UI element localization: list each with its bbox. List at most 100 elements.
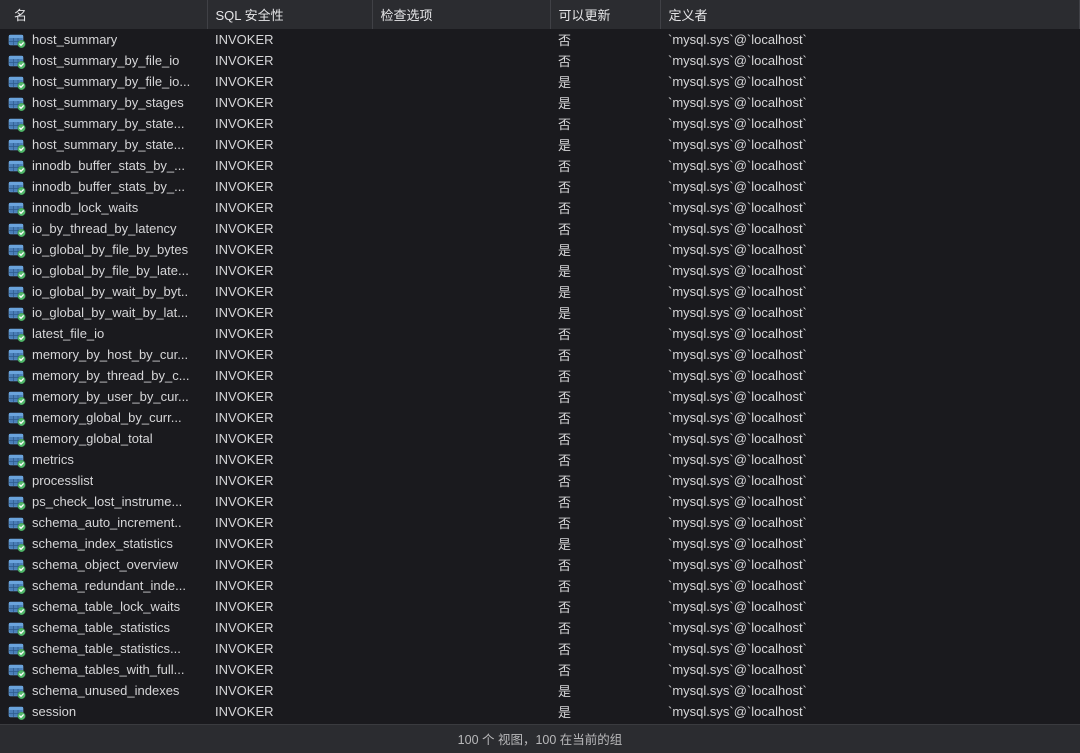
column-header-definer[interactable]: 定义者	[660, 0, 1080, 29]
table-row[interactable]: host_summary_by_state...INVOKER是`mysql.s…	[0, 134, 1080, 155]
cell-name[interactable]: host_summary_by_file_io	[0, 50, 207, 71]
cell-definer: `mysql.sys`@`localhost`	[660, 365, 1080, 386]
cell-sql-security: INVOKER	[207, 344, 372, 365]
view-name-label: schema_unused_indexes	[32, 683, 179, 698]
cell-name[interactable]: io_by_thread_by_latency	[0, 218, 207, 239]
cell-definer: `mysql.sys`@`localhost`	[660, 596, 1080, 617]
cell-name[interactable]: schema_tables_with_full...	[0, 659, 207, 680]
cell-name[interactable]: host_summary	[0, 29, 207, 50]
cell-sql-security: INVOKER	[207, 218, 372, 239]
cell-name[interactable]: io_global_by_file_by_bytes	[0, 239, 207, 260]
table-row[interactable]: memory_by_user_by_cur...INVOKER否`mysql.s…	[0, 386, 1080, 407]
table-row[interactable]: io_global_by_wait_by_byt..INVOKER是`mysql…	[0, 281, 1080, 302]
cell-name[interactable]: ps_check_lost_instrume...	[0, 491, 207, 512]
cell-name[interactable]: io_global_by_file_by_late...	[0, 260, 207, 281]
view-name-label: innodb_lock_waits	[32, 200, 138, 215]
table-row[interactable]: memory_by_host_by_cur...INVOKER否`mysql.s…	[0, 344, 1080, 365]
cell-name[interactable]: session	[0, 701, 207, 722]
table-row[interactable]: innodb_buffer_stats_by_...INVOKER否`mysql…	[0, 176, 1080, 197]
column-header-updatable[interactable]: 可以更新	[550, 0, 660, 29]
column-header-check-option[interactable]: 检查选项	[372, 0, 550, 29]
table-row[interactable]: schema_tables_with_full...INVOKER否`mysql…	[0, 659, 1080, 680]
table-row[interactable]: host_summary_by_state...INVOKER否`mysql.s…	[0, 113, 1080, 134]
column-header-sql-security[interactable]: SQL 安全性	[207, 0, 372, 29]
table-row[interactable]: schema_object_overviewINVOKER否`mysql.sys…	[0, 554, 1080, 575]
table-row[interactable]: schema_table_statistics...INVOKER否`mysql…	[0, 638, 1080, 659]
table-row[interactable]: schema_auto_increment..INVOKER否`mysql.sy…	[0, 512, 1080, 533]
cell-name[interactable]: processlist	[0, 470, 207, 491]
table-row[interactable]: host_summary_by_file_io...INVOKER是`mysql…	[0, 71, 1080, 92]
cell-name[interactable]: innodb_buffer_stats_by_...	[0, 155, 207, 176]
view-name-label: io_global_by_file_by_bytes	[32, 242, 188, 257]
table-row[interactable]: memory_by_thread_by_c...INVOKER否`mysql.s…	[0, 365, 1080, 386]
cell-sql-security: INVOKER	[207, 659, 372, 680]
cell-name[interactable]: host_summary_by_state...	[0, 113, 207, 134]
table-row[interactable]: host_summaryINVOKER否`mysql.sys`@`localho…	[0, 29, 1080, 50]
cell-definer: `mysql.sys`@`localhost`	[660, 239, 1080, 260]
cell-updatable: 是	[550, 134, 660, 155]
cell-name[interactable]: schema_object_overview	[0, 554, 207, 575]
table-row[interactable]: memory_global_totalINVOKER否`mysql.sys`@`…	[0, 428, 1080, 449]
cell-name[interactable]: memory_global_total	[0, 428, 207, 449]
table-row[interactable]: innodb_lock_waitsINVOKER否`mysql.sys`@`lo…	[0, 197, 1080, 218]
table-row[interactable]: host_summary_by_stagesINVOKER是`mysql.sys…	[0, 92, 1080, 113]
table-row[interactable]: io_global_by_wait_by_lat...INVOKER是`mysq…	[0, 302, 1080, 323]
view-name-label: schema_object_overview	[32, 557, 178, 572]
cell-name[interactable]: host_summary_by_file_io...	[0, 71, 207, 92]
table-row[interactable]: io_global_by_file_by_bytesINVOKER是`mysql…	[0, 239, 1080, 260]
column-header-name[interactable]: 名	[0, 0, 207, 29]
table-row[interactable]: latest_file_ioINVOKER否`mysql.sys`@`local…	[0, 323, 1080, 344]
cell-name[interactable]: schema_index_statistics	[0, 533, 207, 554]
view-icon	[8, 326, 26, 342]
cell-definer: `mysql.sys`@`localhost`	[660, 71, 1080, 92]
cell-name[interactable]: memory_by_thread_by_c...	[0, 365, 207, 386]
cell-sql-security: INVOKER	[207, 92, 372, 113]
table-row[interactable]: schema_unused_indexesINVOKER是`mysql.sys`…	[0, 680, 1080, 701]
cell-check-option	[372, 680, 550, 701]
cell-updatable: 否	[550, 176, 660, 197]
table-row[interactable]: innodb_buffer_stats_by_...INVOKER否`mysql…	[0, 155, 1080, 176]
cell-name[interactable]: schema_table_lock_waits	[0, 596, 207, 617]
cell-name[interactable]: memory_by_host_by_cur...	[0, 344, 207, 365]
cell-check-option	[372, 71, 550, 92]
cell-name[interactable]: schema_auto_increment..	[0, 512, 207, 533]
table-row[interactable]: host_summary_by_file_ioINVOKER否`mysql.sy…	[0, 50, 1080, 71]
table-row[interactable]: memory_global_by_curr...INVOKER否`mysql.s…	[0, 407, 1080, 428]
table-row[interactable]: schema_table_lock_waitsINVOKER否`mysql.sy…	[0, 596, 1080, 617]
table-row[interactable]: ps_check_lost_instrume...INVOKER否`mysql.…	[0, 491, 1080, 512]
cell-definer: `mysql.sys`@`localhost`	[660, 260, 1080, 281]
table-row[interactable]: schema_index_statisticsINVOKER是`mysql.sy…	[0, 533, 1080, 554]
view-name-label: session	[32, 704, 76, 719]
table-row[interactable]: io_by_thread_by_latencyINVOKER否`mysql.sy…	[0, 218, 1080, 239]
cell-name[interactable]: innodb_buffer_stats_by_...	[0, 176, 207, 197]
cell-name[interactable]: latest_file_io	[0, 323, 207, 344]
cell-sql-security: INVOKER	[207, 617, 372, 638]
cell-name[interactable]: schema_table_statistics...	[0, 638, 207, 659]
table-row[interactable]: metricsINVOKER否`mysql.sys`@`localhost`	[0, 449, 1080, 470]
cell-name[interactable]: schema_redundant_inde...	[0, 575, 207, 596]
cell-name[interactable]: schema_table_statistics	[0, 617, 207, 638]
table-row[interactable]: io_global_by_file_by_late...INVOKER是`mys…	[0, 260, 1080, 281]
view-icon	[8, 515, 26, 531]
table-row[interactable]: schema_redundant_inde...INVOKER否`mysql.s…	[0, 575, 1080, 596]
cell-name[interactable]: io_global_by_wait_by_byt..	[0, 281, 207, 302]
cell-name[interactable]: metrics	[0, 449, 207, 470]
cell-check-option	[372, 659, 550, 680]
cell-name[interactable]: io_global_by_wait_by_lat...	[0, 302, 207, 323]
table-row[interactable]: sessionINVOKER是`mysql.sys`@`localhost`	[0, 701, 1080, 722]
cell-name[interactable]: schema_unused_indexes	[0, 680, 207, 701]
cell-check-option	[372, 554, 550, 575]
cell-name[interactable]: memory_global_by_curr...	[0, 407, 207, 428]
cell-updatable: 否	[550, 449, 660, 470]
table-row[interactable]: processlistINVOKER否`mysql.sys`@`localhos…	[0, 470, 1080, 491]
view-name-label: schema_table_statistics	[32, 620, 170, 635]
cell-name[interactable]: memory_by_user_by_cur...	[0, 386, 207, 407]
cell-name[interactable]: innodb_lock_waits	[0, 197, 207, 218]
view-name-label: host_summary	[32, 32, 117, 47]
cell-name[interactable]: host_summary_by_stages	[0, 92, 207, 113]
table-row[interactable]: schema_table_statisticsINVOKER否`mysql.sy…	[0, 617, 1080, 638]
cell-check-option	[372, 596, 550, 617]
cell-name[interactable]: host_summary_by_state...	[0, 134, 207, 155]
cell-definer: `mysql.sys`@`localhost`	[660, 344, 1080, 365]
view-icon	[8, 704, 26, 720]
